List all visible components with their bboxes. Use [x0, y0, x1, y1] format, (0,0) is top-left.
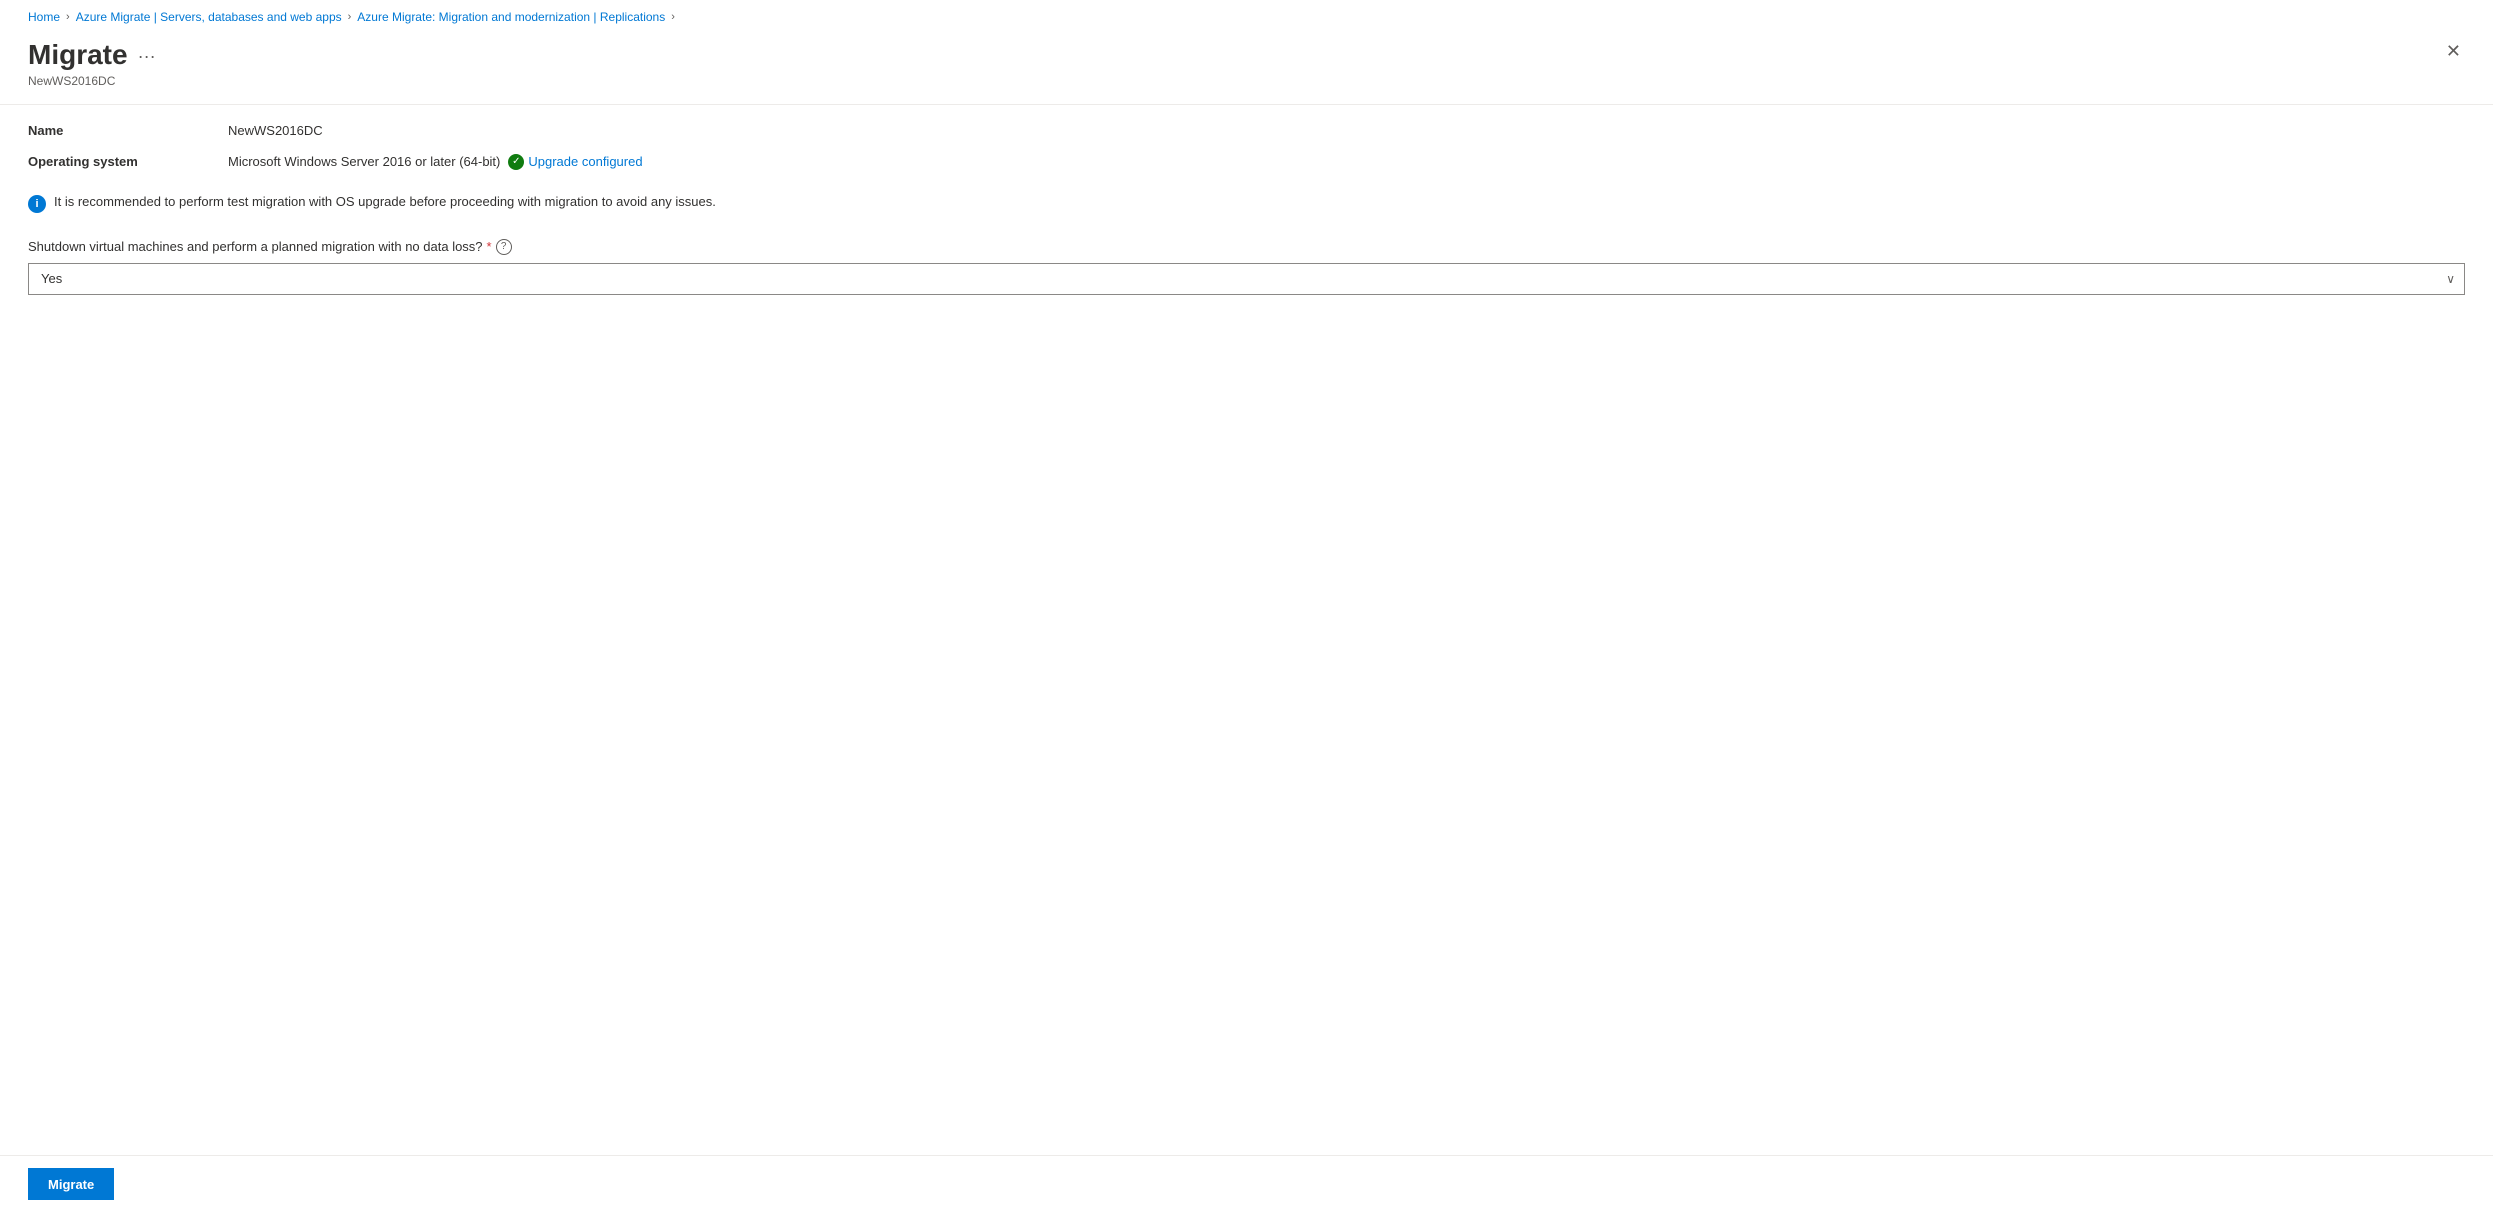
breadcrumb: Home › Azure Migrate | Servers, database… [0, 0, 2493, 30]
page-subtitle: NewWS2016DC [28, 74, 156, 88]
required-indicator: * [487, 239, 492, 254]
breadcrumb-azure-migrate[interactable]: Azure Migrate | Servers, databases and w… [76, 10, 342, 24]
shutdown-label-text: Shutdown virtual machines and perform a … [28, 239, 483, 254]
close-button[interactable]: ✕ [2442, 38, 2465, 64]
info-grid: Name NewWS2016DC Operating system Micros… [28, 121, 2465, 172]
shutdown-select[interactable]: Yes No [28, 263, 2465, 295]
shutdown-select-wrapper: Yes No ∨ [28, 263, 2465, 295]
tooltip-icon[interactable]: ? [496, 239, 512, 255]
content-section: Name NewWS2016DC Operating system Micros… [0, 105, 2493, 1155]
breadcrumb-replications[interactable]: Azure Migrate: Migration and modernizati… [357, 10, 665, 24]
check-circle-icon: ✓ [508, 154, 524, 170]
name-label: Name [28, 121, 228, 140]
upgrade-badge[interactable]: ✓ Upgrade configured [508, 154, 642, 170]
info-banner-text: It is recommended to perform test migrat… [54, 194, 716, 209]
header-left: Migrate ··· NewWS2016DC [28, 38, 156, 88]
breadcrumb-sep-2: › [348, 11, 352, 23]
os-value: Microsoft Windows Server 2016 or later (… [228, 152, 2465, 172]
shutdown-field-section: Shutdown virtual machines and perform a … [28, 239, 2465, 295]
breadcrumb-home[interactable]: Home [28, 10, 60, 24]
breadcrumb-sep-3: › [671, 11, 675, 23]
name-value: NewWS2016DC [228, 121, 2465, 140]
os-value-text: Microsoft Windows Server 2016 or later (… [228, 154, 500, 169]
footer-bar: Migrate [0, 1155, 2493, 1212]
page-container: Home › Azure Migrate | Servers, database… [0, 0, 2493, 1212]
info-banner: i It is recommended to perform test migr… [28, 192, 2465, 215]
header-section: Migrate ··· NewWS2016DC ✕ [0, 30, 2493, 104]
more-options-button[interactable]: ··· [138, 46, 156, 67]
migrate-button[interactable]: Migrate [28, 1168, 114, 1200]
header-title-row: Migrate ··· [28, 38, 156, 72]
breadcrumb-sep-1: › [66, 11, 70, 23]
shutdown-field-label: Shutdown virtual machines and perform a … [28, 239, 2465, 255]
page-title: Migrate [28, 38, 128, 72]
os-label: Operating system [28, 152, 228, 172]
upgrade-badge-label: Upgrade configured [528, 154, 642, 169]
info-icon: i [28, 195, 46, 213]
